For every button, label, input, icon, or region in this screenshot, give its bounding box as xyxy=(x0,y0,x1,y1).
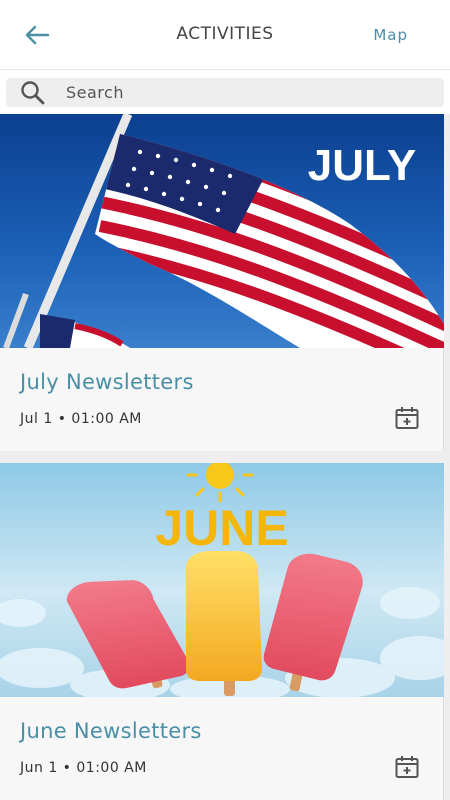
activity-card[interactable]: JUNE June Newsletters Jun 1 • 01:00 AM xyxy=(0,463,444,800)
activities-screen: ACTIVITIES Map Search JULY July Newslett… xyxy=(0,0,450,800)
search-icon xyxy=(20,80,50,106)
activity-title[interactable]: July Newsletters xyxy=(20,370,194,394)
activity-date: Jul 1 • 01:00 AM xyxy=(20,411,142,427)
search-bar[interactable] xyxy=(6,78,444,107)
activity-title[interactable]: June Newsletters xyxy=(20,719,202,743)
activity-card[interactable]: JULY July Newsletters Jul 1 • 01:00 AM xyxy=(0,114,444,451)
calendar-add-icon xyxy=(395,407,419,429)
activity-card-body: July Newsletters Jul 1 • 01:00 AM xyxy=(0,348,443,451)
activity-card-body: June Newsletters Jun 1 • 01:00 AM xyxy=(0,697,443,800)
calendar-add-icon xyxy=(395,756,419,778)
june-banner-text: JUNE xyxy=(155,500,288,556)
search-input[interactable] xyxy=(66,83,444,102)
map-link[interactable]: Map xyxy=(373,26,408,44)
june-banner-image[interactable]: JUNE xyxy=(0,463,444,697)
scrollbar-track[interactable] xyxy=(444,114,450,800)
add-to-calendar-button[interactable] xyxy=(393,753,421,781)
july-banner-text: JULY xyxy=(308,141,416,190)
activity-date: Jun 1 • 01:00 AM xyxy=(20,760,147,776)
add-to-calendar-button[interactable] xyxy=(393,404,421,432)
july-banner-image[interactable]: JULY xyxy=(0,114,444,348)
activities-list[interactable]: JULY July Newsletters Jul 1 • 01:00 AM J… xyxy=(0,114,450,800)
top-bar: ACTIVITIES Map xyxy=(0,0,450,70)
